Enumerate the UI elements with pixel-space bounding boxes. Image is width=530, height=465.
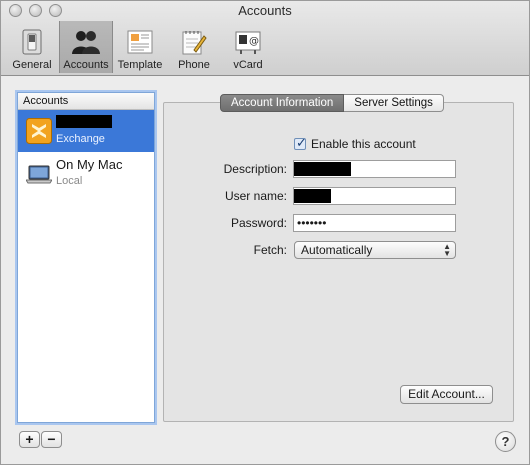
vcard-icon: @: [233, 27, 263, 57]
account-type: Exchange: [56, 133, 105, 145]
toolbar-phone[interactable]: Phone: [167, 21, 221, 73]
enable-account-row[interactable]: ✓ Enable this account: [294, 135, 416, 151]
fetch-select-value: Automatically: [301, 243, 373, 257]
toolbar-general[interactable]: General: [5, 21, 59, 73]
accounts-window: Accounts General Accounts Template Phone…: [0, 0, 530, 465]
account-tabs: Account Information Server Settings: [220, 94, 444, 112]
account-item-exchange[interactable]: Exchange: [18, 110, 154, 152]
description-field[interactable]: [293, 160, 456, 178]
toolbar-template[interactable]: Template: [113, 21, 167, 73]
accounts-list-header: Accounts: [18, 93, 154, 110]
checkmark-icon: ✓: [296, 135, 307, 150]
notepad-icon: [179, 27, 209, 57]
account-name: On My Mac: [56, 157, 123, 172]
remove-account-button[interactable]: −: [41, 431, 62, 448]
tab-server-settings[interactable]: Server Settings: [344, 94, 444, 112]
fetch-label: Fetch:: [253, 243, 287, 257]
account-type: Local: [56, 175, 83, 187]
enable-account-label: Enable this account: [311, 137, 416, 151]
titlebar: Accounts General Accounts Template Phone…: [1, 1, 529, 76]
enable-account-checkbox[interactable]: ✓: [294, 135, 307, 150]
toolbar-vcard-label: vCard: [233, 59, 263, 71]
preferences-toolbar: General Accounts Template Phone @ vCard: [5, 21, 275, 73]
window-title: Accounts: [238, 3, 292, 18]
toolbar-accounts[interactable]: Accounts: [59, 21, 113, 73]
add-account-button[interactable]: +: [19, 431, 40, 448]
help-button[interactable]: ?: [495, 431, 516, 452]
svg-text:@: @: [249, 36, 259, 47]
accounts-list[interactable]: Accounts Exchange On My Mac Local: [17, 92, 155, 423]
account-item-on-my-mac[interactable]: On My Mac Local: [18, 152, 154, 194]
description-label: Description:: [223, 162, 287, 176]
people-icon: [71, 27, 101, 57]
password-label: Password:: [230, 216, 287, 230]
password-field[interactable]: •••••••: [293, 214, 456, 232]
switch-icon: [17, 27, 47, 57]
redacted-username: [294, 189, 331, 203]
toolbar-vcard[interactable]: @ vCard: [221, 21, 275, 73]
fetch-select[interactable]: Automatically ▲ ▼: [294, 241, 456, 259]
redacted-description: [294, 162, 351, 176]
exchange-icon: [26, 118, 52, 144]
toolbar-accounts-label: Accounts: [63, 59, 109, 71]
redacted-account-name: [56, 115, 112, 128]
tab-account-information[interactable]: Account Information: [220, 94, 345, 112]
account-name: [56, 115, 112, 131]
toolbar-general-label: General: [12, 59, 52, 71]
updown-arrows-icon: ▲ ▼: [443, 242, 451, 258]
edit-account-button[interactable]: Edit Account...: [400, 385, 493, 404]
username-label: User name:: [224, 189, 287, 203]
username-field[interactable]: [293, 187, 456, 205]
template-icon: [125, 27, 155, 57]
laptop-icon: [25, 160, 53, 186]
toolbar-template-label: Template: [117, 59, 163, 71]
toolbar-phone-label: Phone: [178, 59, 210, 71]
